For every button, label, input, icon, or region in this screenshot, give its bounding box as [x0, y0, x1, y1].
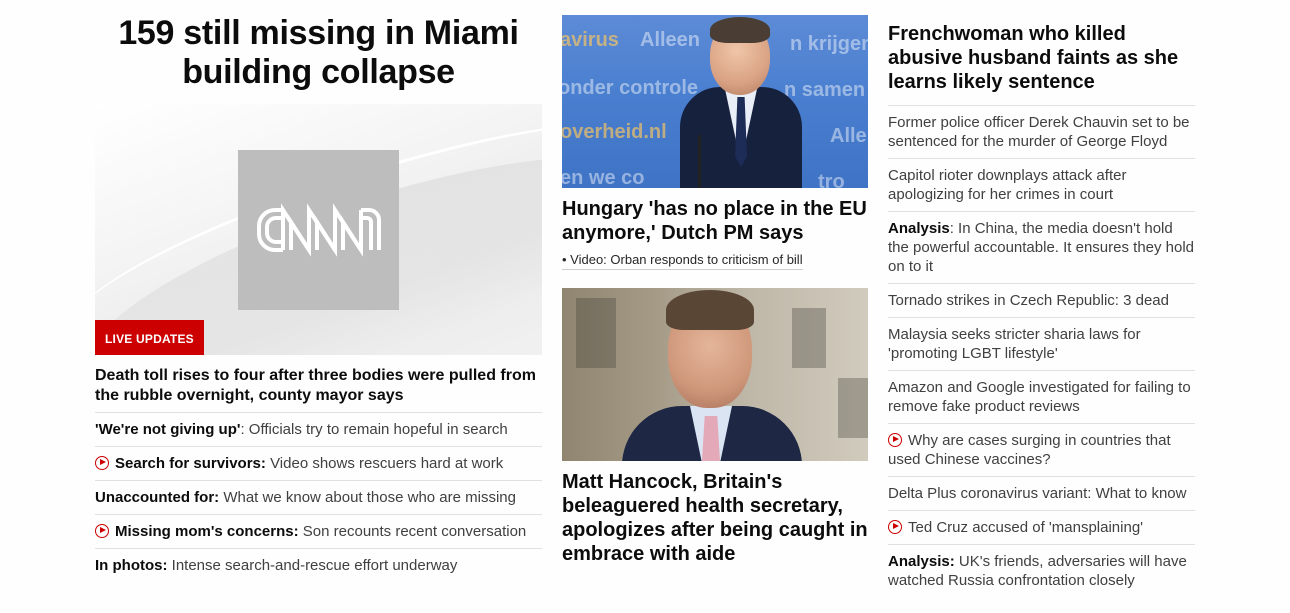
related-stories-list: 'We're not giving up': Officials try to … [95, 413, 542, 582]
photo-background-text: Alle [830, 125, 867, 147]
live-updates-badge[interactable]: LIVE UPDATES [95, 320, 204, 355]
photo-figure [666, 290, 754, 330]
photo-background-text: tro [818, 171, 845, 188]
dutch-pm-photo[interactable]: avirus Alleen n krijgen onder controle n… [562, 15, 868, 188]
lead-story-link[interactable]: Death toll rises to four after three bod… [95, 366, 542, 413]
hancock-photo[interactable] [562, 288, 868, 461]
item-text: Son recounts recent conversation [298, 523, 527, 540]
more-news-column: Frenchwoman who killed abusive husband f… [888, 22, 1195, 597]
list-item[interactable]: Search for survivors: Video shows rescue… [95, 447, 542, 481]
photo-background-text: Alleen [640, 29, 701, 51]
list-item[interactable]: Why are cases surging in countries that … [888, 424, 1195, 477]
list-item[interactable]: Unaccounted for: What we know about thos… [95, 481, 542, 515]
photo-figure [710, 17, 770, 43]
top-story-headline[interactable]: 159 still missing in Miami building coll… [95, 14, 542, 92]
hancock-story-headline[interactable]: Matt Hancock, Britain's beleaguered heal… [562, 470, 868, 566]
list-item[interactable]: Capitol rioter downplays attack after ap… [888, 159, 1195, 212]
item-text: Former police officer Derek Chauvin set … [888, 114, 1190, 150]
item-kicker: In photos: [95, 557, 168, 574]
video-play-icon [888, 433, 902, 447]
video-play-icon [95, 524, 109, 538]
top-story-image[interactable]: LIVE UPDATES [95, 104, 542, 355]
list-item[interactable]: Analysis: UK's friends, adversaries will… [888, 545, 1195, 597]
photo-background-text: avirus [562, 29, 619, 51]
item-kicker: Unaccounted for: [95, 489, 220, 506]
photo-microphone [698, 135, 701, 188]
item-kicker: Missing mom's concerns: [115, 523, 299, 540]
item-text: Tornado strikes in Czech Republic: 3 dea… [888, 292, 1169, 309]
photo-background-text: onder controle [562, 77, 699, 99]
photo-background-window [838, 378, 868, 438]
cnn-logo [238, 150, 399, 310]
video-play-icon [888, 520, 902, 534]
hungary-story-headline[interactable]: Hungary 'has no place in the EU anymore,… [562, 197, 868, 245]
photo-background-window [792, 308, 826, 368]
photo-background-window [576, 298, 616, 368]
photo-figure [702, 416, 720, 461]
list-item[interactable]: Analysis: In China, the media doesn't ho… [888, 212, 1195, 284]
list-item[interactable]: 'We're not giving up': Officials try to … [95, 413, 542, 447]
top-story-column: 159 still missing in Miami building coll… [95, 14, 542, 582]
frenchwoman-story-headline[interactable]: Frenchwoman who killed abusive husband f… [888, 22, 1195, 106]
photo-background-text: n samen [784, 79, 866, 101]
secondary-stories-column: avirus Alleen n krijgen onder controle n… [562, 15, 868, 566]
item-text: Amazon and Google investigated for faili… [888, 379, 1191, 415]
photo-background-text: overheid.nl [562, 121, 667, 143]
orban-video-link[interactable]: • Video: Orban responds to criticism of … [562, 251, 803, 270]
item-text: Malaysia seeks stricter sharia laws for … [888, 326, 1141, 362]
more-news-list: Former police officer Derek Chauvin set … [888, 106, 1195, 597]
item-text: Capitol rioter downplays attack after ap… [888, 167, 1127, 203]
item-kicker: Search for survivors: [115, 455, 266, 472]
photo-background-text: n krijgen [790, 33, 868, 55]
item-text: : Officials try to remain hopeful in sea… [240, 421, 508, 438]
list-item[interactable]: Malaysia seeks stricter sharia laws for … [888, 318, 1195, 371]
list-item[interactable]: Missing mom's concerns: Son recounts rec… [95, 515, 542, 549]
item-text: Why are cases surging in countries that … [888, 432, 1171, 468]
list-item[interactable]: Former police officer Derek Chauvin set … [888, 106, 1195, 159]
list-item[interactable]: In photos: Intense search-and-rescue eff… [95, 549, 542, 582]
item-text: Video shows rescuers hard at work [265, 455, 504, 472]
item-kicker: 'We're not giving up' [95, 421, 241, 438]
item-kicker: Analysis: [888, 553, 955, 570]
video-play-icon [95, 456, 109, 470]
item-text: Intense search-and-rescue effort underwa… [167, 557, 458, 574]
list-item[interactable]: Delta Plus coronavirus variant: What to … [888, 477, 1195, 511]
list-item[interactable]: Amazon and Google investigated for faili… [888, 371, 1195, 424]
item-kicker: Analysis [888, 220, 950, 237]
cnn-logo-icon [256, 203, 381, 257]
item-text: What we know about those who are missing [219, 489, 516, 506]
item-text: Delta Plus coronavirus variant: What to … [888, 485, 1187, 502]
list-item[interactable]: Ted Cruz accused of 'mansplaining' [888, 511, 1195, 545]
photo-background-text: en we co [562, 167, 645, 188]
list-item[interactable]: Tornado strikes in Czech Republic: 3 dea… [888, 284, 1195, 318]
item-text: Ted Cruz accused of 'mansplaining' [908, 519, 1144, 536]
